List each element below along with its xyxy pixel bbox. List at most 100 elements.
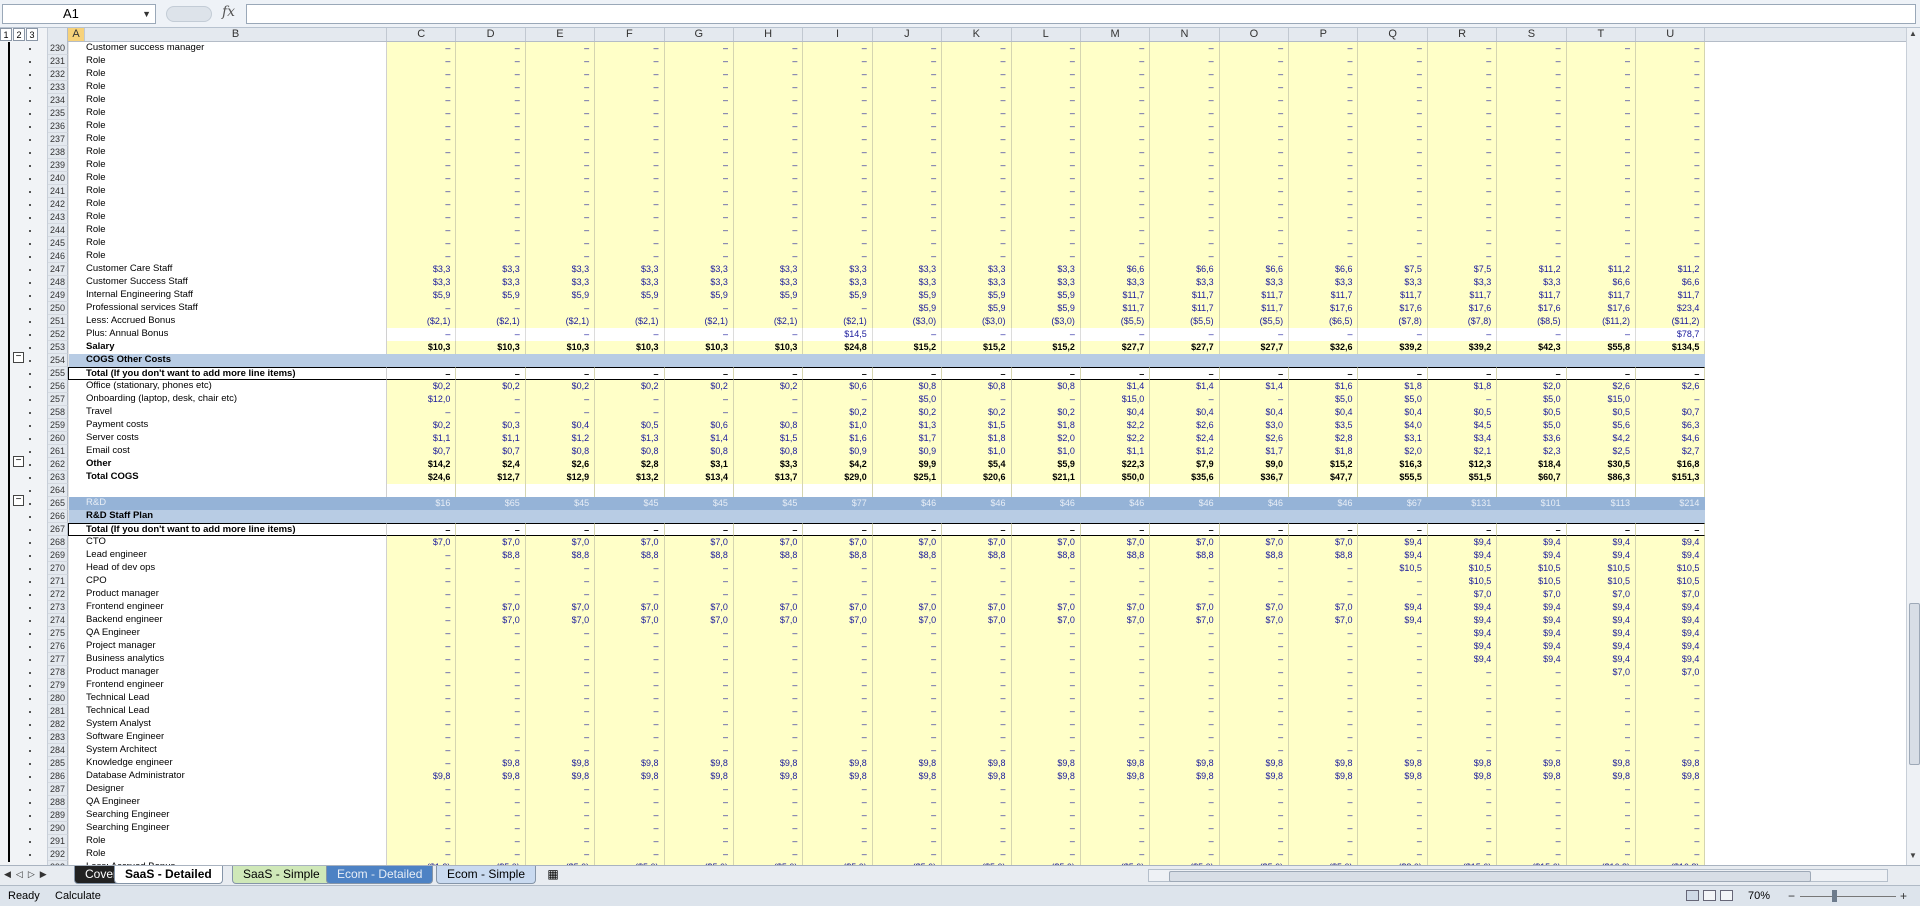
value-cell[interactable]: – (595, 367, 665, 380)
value-cell[interactable]: – (1219, 393, 1290, 406)
value-cell[interactable]: – (1150, 172, 1220, 185)
value-cell[interactable]: – (1011, 133, 1081, 146)
value-cell[interactable]: – (387, 692, 457, 705)
value-cell[interactable]: – (525, 692, 596, 705)
value-cell[interactable]: – (456, 406, 526, 419)
value-cell[interactable]: $11,2 (1636, 263, 1706, 276)
row-number[interactable]: 262 (48, 458, 68, 471)
value-cell[interactable] (1497, 484, 1567, 497)
value-cell[interactable]: $7,0 (1011, 614, 1081, 627)
value-cell[interactable]: – (1289, 783, 1359, 796)
value-cell[interactable]: – (1080, 666, 1151, 679)
value-cell[interactable]: – (1080, 42, 1151, 55)
value-cell[interactable]: – (1636, 133, 1706, 146)
value-cell[interactable]: $10,3 (387, 341, 457, 354)
value-cell[interactable]: – (733, 94, 804, 107)
value-cell[interactable]: – (942, 796, 1012, 809)
value-cell[interactable]: – (803, 575, 873, 588)
value-cell[interactable]: – (1289, 42, 1359, 55)
value-cell[interactable] (803, 354, 873, 367)
value-cell[interactable]: – (1358, 783, 1428, 796)
value-cell[interactable]: – (1427, 718, 1498, 731)
value-cell[interactable]: – (387, 744, 457, 757)
row-number[interactable]: 268 (48, 536, 68, 549)
value-cell[interactable] (1566, 484, 1637, 497)
value-cell[interactable]: – (525, 744, 596, 757)
value-cell[interactable]: – (1289, 172, 1359, 185)
value-cell[interactable]: – (456, 159, 526, 172)
value-cell[interactable]: – (872, 328, 943, 341)
value-cell[interactable]: $21,1 (1011, 471, 1081, 484)
value-cell[interactable] (664, 510, 734, 523)
value-cell[interactable]: $45 (595, 497, 665, 510)
value-cell[interactable]: – (456, 237, 526, 250)
value-cell[interactable]: $9,8 (803, 770, 873, 783)
value-cell[interactable]: $15,0 (1566, 393, 1637, 406)
value-cell[interactable]: – (1636, 159, 1706, 172)
value-cell[interactable]: – (456, 835, 526, 848)
value-cell[interactable]: $4,2 (1566, 432, 1637, 445)
value-cell[interactable]: $77 (803, 497, 873, 510)
value-cell[interactable]: $101 (1497, 497, 1567, 510)
value-cell[interactable]: – (1636, 744, 1706, 757)
value-cell[interactable]: $0,2 (733, 380, 804, 393)
value-cell[interactable]: $1,7 (872, 432, 943, 445)
value-cell[interactable]: $2,0 (1497, 380, 1567, 393)
value-cell[interactable]: $11,7 (1497, 289, 1567, 302)
value-cell[interactable]: – (1080, 809, 1151, 822)
value-cell[interactable]: – (387, 81, 457, 94)
value-cell[interactable]: – (733, 822, 804, 835)
value-cell[interactable] (1011, 354, 1081, 367)
value-cell[interactable] (1566, 354, 1637, 367)
row-label-cell[interactable]: Project manager (68, 640, 387, 653)
value-cell[interactable]: – (1219, 81, 1290, 94)
value-cell[interactable]: – (387, 835, 457, 848)
value-cell[interactable]: – (387, 367, 457, 380)
value-cell[interactable]: – (595, 211, 665, 224)
formula-buttons[interactable] (166, 6, 212, 22)
column-header-m[interactable]: M (1081, 28, 1151, 41)
value-cell[interactable]: – (387, 328, 457, 341)
value-cell[interactable]: $0,6 (664, 419, 734, 432)
value-cell[interactable]: – (1080, 523, 1151, 536)
value-cell[interactable]: $11,7 (1219, 302, 1290, 315)
value-cell[interactable] (803, 510, 873, 523)
row-label-cell[interactable]: Total (If you don't want to add more lin… (68, 523, 387, 536)
value-cell[interactable] (1080, 484, 1151, 497)
value-cell[interactable]: – (1289, 107, 1359, 120)
value-cell[interactable]: $3,1 (664, 458, 734, 471)
value-cell[interactable]: – (387, 120, 457, 133)
value-cell[interactable]: $113 (1566, 497, 1637, 510)
value-cell[interactable]: – (1150, 237, 1220, 250)
value-cell[interactable]: – (1219, 679, 1290, 692)
value-cell[interactable]: – (1566, 718, 1637, 731)
value-cell[interactable]: $6,6 (1566, 276, 1637, 289)
value-cell[interactable]: – (1150, 809, 1220, 822)
value-cell[interactable]: ($5,5) (1080, 315, 1151, 328)
value-cell[interactable]: – (1150, 198, 1220, 211)
value-cell[interactable]: $1,8 (942, 432, 1012, 445)
value-cell[interactable]: – (1636, 809, 1706, 822)
row-number[interactable]: 277 (48, 653, 68, 666)
row-number[interactable]: 254 (48, 354, 68, 367)
value-cell[interactable]: – (803, 640, 873, 653)
row-label-cell[interactable]: Role (68, 237, 387, 250)
value-cell[interactable]: – (803, 835, 873, 848)
value-cell[interactable]: – (1289, 237, 1359, 250)
value-cell[interactable]: $7,0 (1289, 614, 1359, 627)
row-number[interactable]: 271 (48, 575, 68, 588)
value-cell[interactable]: – (942, 575, 1012, 588)
value-cell[interactable]: – (1219, 744, 1290, 757)
value-cell[interactable]: – (664, 562, 734, 575)
value-cell[interactable]: – (1080, 133, 1151, 146)
value-cell[interactable]: $1,1 (456, 432, 526, 445)
value-cell[interactable]: – (942, 159, 1012, 172)
value-cell[interactable]: $0,4 (525, 419, 596, 432)
value-cell[interactable]: $11,7 (1219, 289, 1290, 302)
value-cell[interactable]: – (1497, 159, 1567, 172)
value-cell[interactable]: $5,9 (1011, 289, 1081, 302)
value-cell[interactable]: $45 (664, 497, 734, 510)
value-cell[interactable]: – (1358, 835, 1428, 848)
row-label-cell[interactable]: Role (68, 120, 387, 133)
value-cell[interactable]: – (1080, 653, 1151, 666)
